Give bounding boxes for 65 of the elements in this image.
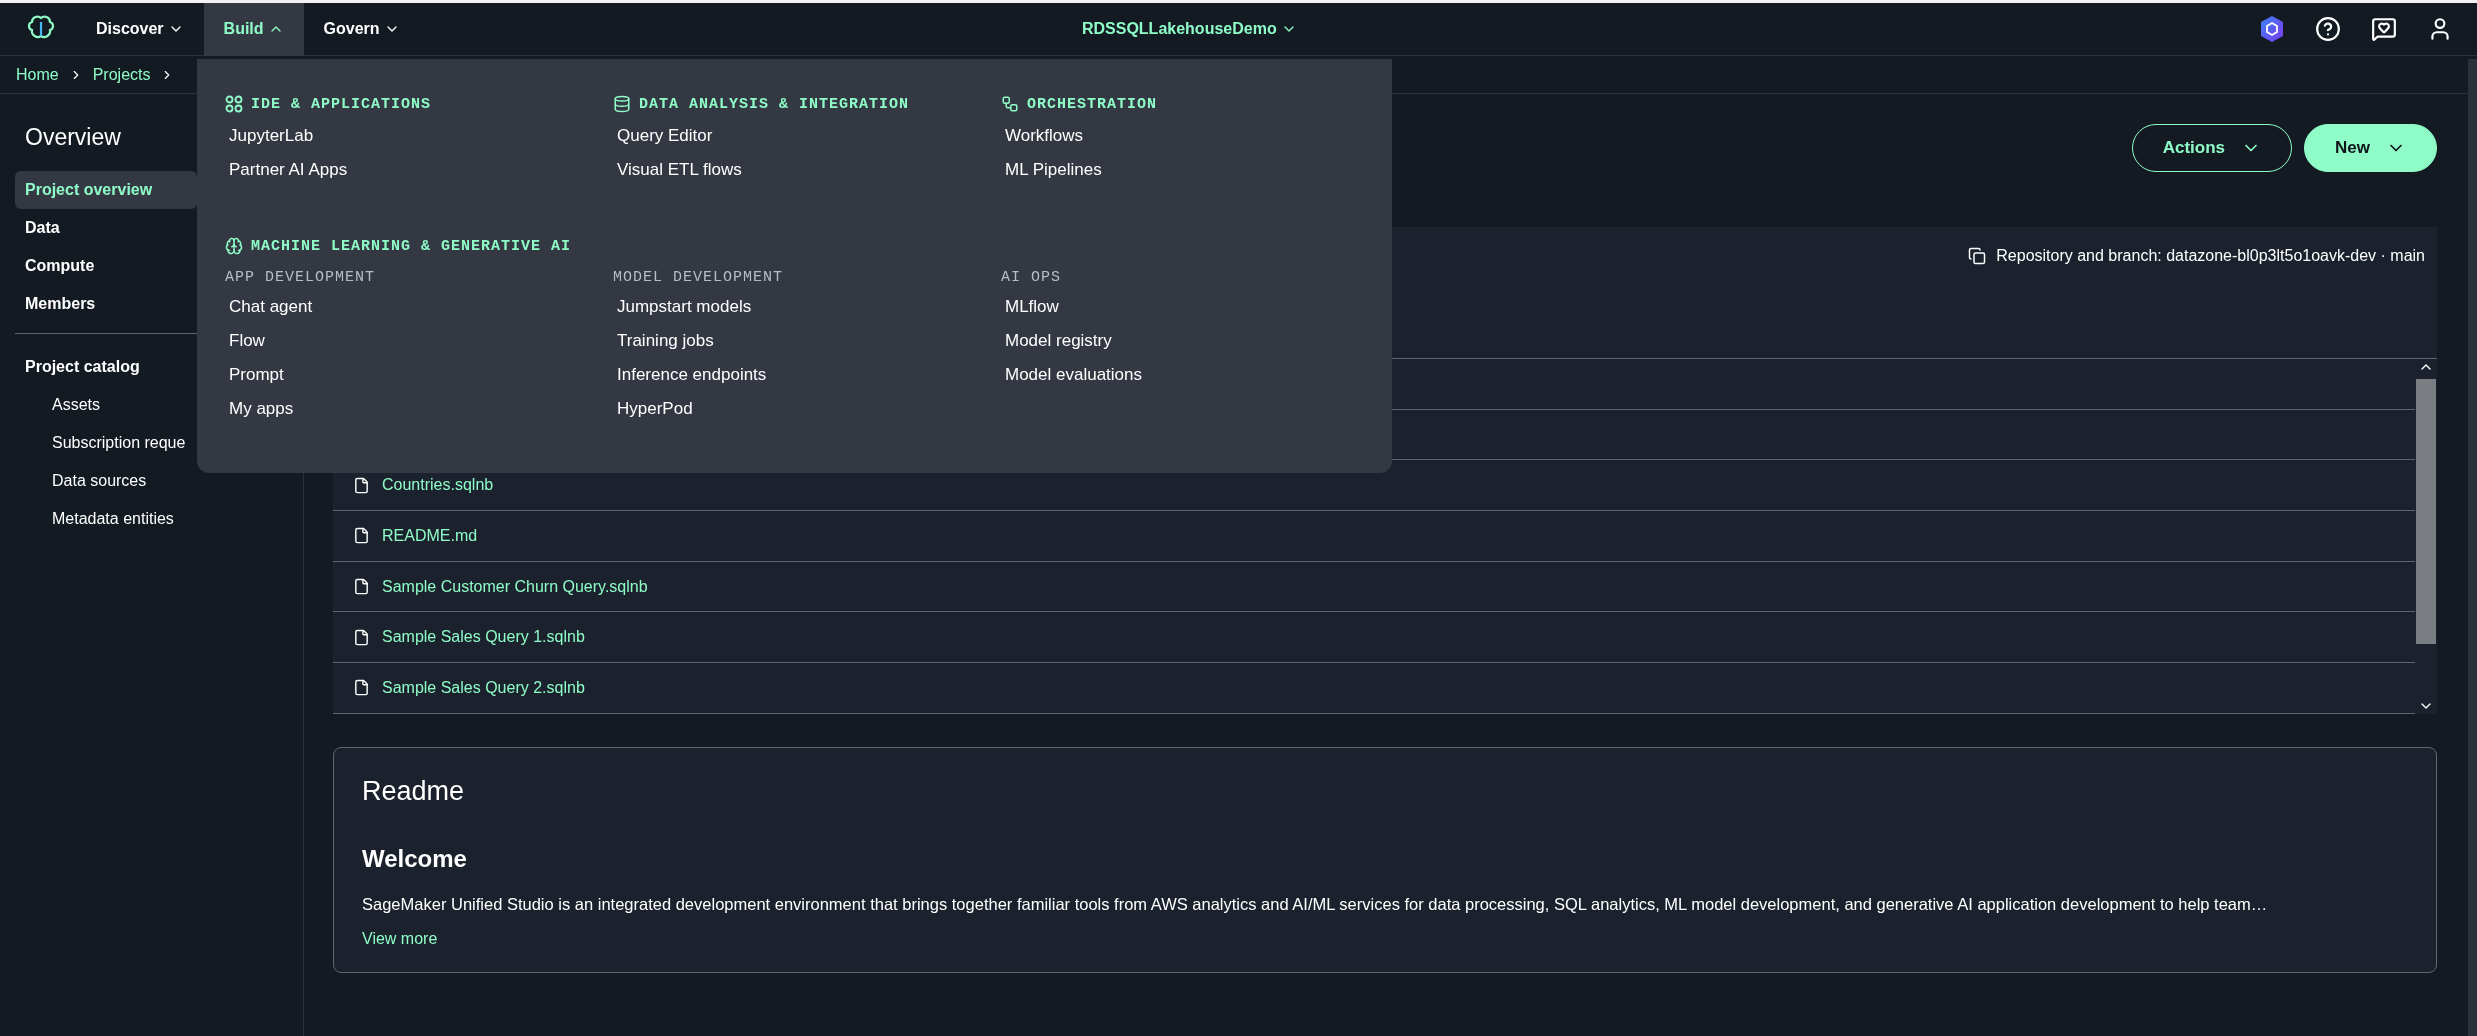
menu-item[interactable]: MLflow — [1001, 290, 1063, 324]
menu-section-title: DATA ANALYSIS & INTEGRATION — [613, 95, 1001, 113]
project-selector[interactable]: RDSSQLLakehouseDemo — [1075, 19, 1303, 39]
hexagon-app-icon[interactable] — [2259, 15, 2285, 43]
menu-section-title: IDE & APPLICATIONS — [225, 95, 613, 113]
menu-group-title: APP DEVELOPMENT — [225, 269, 377, 286]
sidebar-item[interactable]: Data — [15, 209, 70, 247]
menu-group-title: AI OPS — [1001, 269, 1062, 286]
file-link[interactable]: Sample Sales Query 1.sqlnb — [382, 628, 585, 647]
menu-item[interactable]: HyperPod — [613, 392, 697, 426]
feedback-icon[interactable] — [2371, 16, 2397, 42]
menu-item[interactable]: Training jobs — [613, 324, 718, 358]
file-link[interactable]: Countries.sqlnb — [382, 476, 494, 495]
four-circles-icon — [225, 95, 243, 113]
menu-item[interactable]: JupyterLab — [225, 119, 318, 153]
card-title: Readme — [362, 775, 465, 807]
sidebar-item[interactable]: Subscription reque — [15, 424, 196, 462]
menu-section-title: MACHINE LEARNING & GENERATIVE AI — [225, 237, 1364, 255]
menu-item[interactable]: Model registry — [1001, 324, 1116, 358]
brain-icon — [225, 237, 243, 255]
dropdown-button[interactable]: New — [2304, 124, 2437, 172]
file-icon — [353, 578, 370, 596]
breadcrumb-link[interactable]: Home — [16, 65, 59, 84]
menu-group-title: MODEL DEVELOPMENT — [613, 269, 785, 286]
menu-item[interactable]: Chat agent — [225, 290, 317, 324]
nav-menu-button[interactable]: Build — [203, 2, 304, 56]
help-icon[interactable] — [2315, 16, 2341, 42]
database-icon — [613, 95, 631, 113]
repository-label: Repository and branch: datazone-bl0p3lt5o1oavk-dev · main — [1968, 247, 2425, 265]
file-link[interactable]: Sample Sales Query 2.sqlnb — [382, 678, 585, 697]
workflow-icon — [1001, 95, 1019, 113]
sidebar-item[interactable]: Project overview — [15, 171, 197, 209]
nav-menu-button[interactable]: Discover — [76, 2, 204, 56]
menu-item[interactable]: Workflows — [1001, 119, 1088, 153]
menu-item[interactable]: Prompt — [225, 358, 288, 392]
menu-item[interactable]: Query Editor — [613, 119, 717, 153]
menu-item[interactable]: Visual ETL flows — [613, 153, 746, 187]
file-link[interactable]: Sample Customer Churn Query.sqlnb — [382, 577, 648, 596]
menu-item[interactable]: My apps — [225, 392, 298, 426]
sidebar-item[interactable]: Metadata entities — [15, 500, 184, 538]
sidebar-item[interactable]: Members — [15, 285, 106, 323]
sidebar-title: Overview — [25, 124, 121, 151]
page-scrollbar[interactable] — [2468, 59, 2477, 1036]
file-icon — [353, 527, 370, 545]
file-icon — [353, 476, 370, 494]
readme-text: SageMaker Unified Studio is an integrated development environment that brings together familiar tools from AWS analytics and AI/ML services for data processing, SQL analytics, ML model development, and generative AI application development to help team… — [362, 894, 2268, 914]
file-icon — [353, 679, 370, 697]
file-icon — [353, 628, 370, 646]
menu-item[interactable]: Model evaluations — [1001, 358, 1147, 392]
sidebar-item[interactable]: Assets — [15, 386, 110, 424]
readme-heading: Welcome — [362, 844, 467, 873]
menu-item[interactable]: Inference endpoints — [613, 358, 771, 392]
menu-item[interactable]: Flow — [225, 324, 269, 358]
nav-menu-button[interactable]: Govern — [303, 2, 420, 56]
menu-section-title: ORCHESTRATION — [1001, 95, 1389, 113]
view-more-link[interactable]: View more — [362, 929, 438, 948]
menu-item[interactable]: Partner AI Apps — [225, 153, 352, 187]
sidebar-item[interactable]: Compute — [15, 247, 105, 285]
sidebar-section-title: Project catalog — [24, 357, 141, 377]
file-link[interactable]: README.md — [382, 526, 478, 545]
breadcrumb-link[interactable]: Projects — [92, 65, 151, 84]
sidebar-item[interactable]: Data sources — [15, 462, 157, 500]
menu-item[interactable]: Jumpstart models — [613, 290, 756, 324]
copy-icon[interactable] — [1968, 247, 1987, 265]
menu-item[interactable]: ML Pipelines — [1001, 153, 1106, 187]
